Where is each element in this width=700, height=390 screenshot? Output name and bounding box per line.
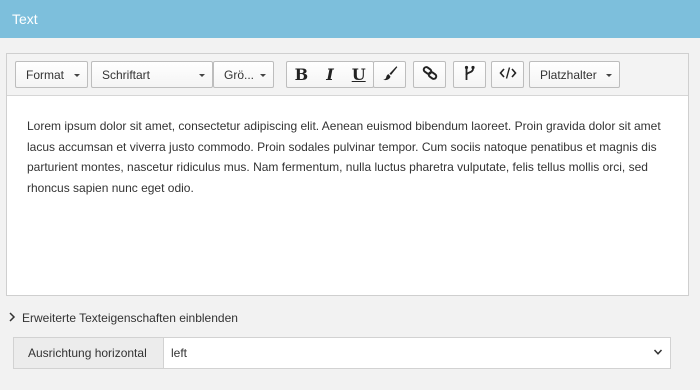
chevron-down-icon — [653, 346, 663, 356]
panel-header: Text — [0, 0, 700, 38]
fork-icon — [463, 65, 477, 84]
underline-button[interactable]: U — [344, 62, 373, 87]
horizontal-alignment-label: Ausrichtung horizontal — [14, 338, 164, 368]
text-color-button[interactable] — [373, 61, 406, 88]
italic-button[interactable]: I — [316, 62, 345, 87]
horizontal-alignment-select[interactable]: left — [165, 338, 670, 368]
caret-down-icon — [199, 74, 205, 77]
caret-down-icon — [606, 74, 612, 77]
text-style-group: B I U — [286, 61, 374, 88]
font-size-dropdown-label: Grö... — [224, 67, 255, 82]
placeholder-dropdown-label: Platzhalter — [540, 67, 597, 82]
font-family-dropdown[interactable]: Schriftart — [91, 61, 213, 88]
editor-content[interactable]: Lorem ipsum dolor sit amet, consectetur … — [27, 116, 672, 198]
link-icon — [422, 65, 438, 84]
caret-down-icon — [74, 74, 80, 77]
code-icon — [498, 66, 517, 83]
bold-button[interactable]: B — [287, 62, 316, 87]
advanced-text-properties-label: Erweiterte Texteigenschaften einblenden — [22, 311, 238, 325]
caret-down-icon — [260, 74, 266, 77]
horizontal-alignment-row: Ausrichtung horizontal left — [13, 337, 671, 369]
brush-icon — [382, 65, 398, 84]
rich-text-editor: Format Schriftart Grö... B I U Platzhalt… — [6, 53, 689, 296]
panel-title: Text — [12, 11, 38, 27]
link-button[interactable] — [413, 61, 446, 88]
font-family-dropdown-label: Schriftart — [102, 67, 151, 82]
format-dropdown[interactable]: Format — [15, 61, 88, 88]
format-dropdown-label: Format — [26, 67, 65, 82]
placeholder-dropdown[interactable]: Platzhalter — [529, 61, 620, 88]
editor-toolbar: Format Schriftart Grö... B I U Platzhalt… — [7, 54, 688, 96]
advanced-text-properties-toggle[interactable]: Erweiterte Texteigenschaften einblenden — [8, 311, 238, 325]
horizontal-alignment-value: left — [171, 346, 188, 360]
chevron-right-icon — [8, 311, 18, 325]
source-code-button[interactable] — [491, 61, 524, 88]
font-size-dropdown[interactable]: Grö... — [213, 61, 274, 88]
fork-button[interactable] — [453, 61, 486, 88]
